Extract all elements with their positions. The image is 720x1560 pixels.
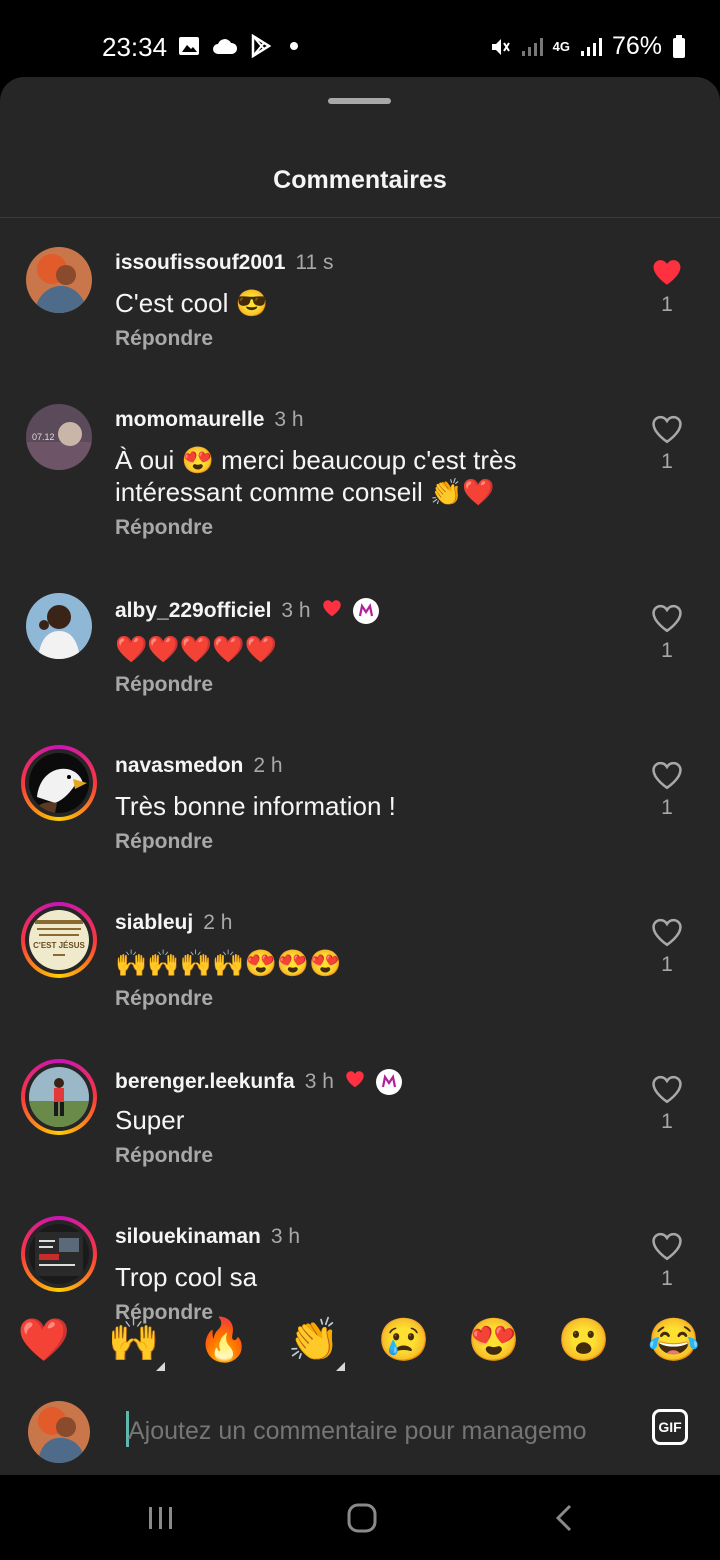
comment-time: 3 h (270, 1225, 301, 1248)
comment-text: 🙌🙌🙌🙌😍😍😍 (115, 948, 342, 978)
comment-meta: issoufissouf2001 11 s (115, 251, 334, 275)
commenter-avatar[interactable] (26, 247, 92, 313)
comments-sheet: Commentaires issoufissouf2001 11 s C'est c… (0, 77, 720, 1475)
like-count: 1 (661, 953, 673, 976)
comment-text: C'est cool 😎 (115, 288, 268, 318)
like-count: 1 (661, 639, 673, 662)
comment-meta: berenger.leekunfa 3 h (115, 1068, 402, 1096)
like-count: 1 (661, 293, 673, 316)
like-count: 1 (661, 796, 673, 819)
system-navigation-bar (0, 1475, 720, 1560)
comment-time: 3 h (304, 1070, 334, 1093)
comment-time: 3 h (274, 408, 304, 431)
commenter-avatar[interactable]: 07.12 (26, 404, 92, 470)
raising-hands-emoji-button[interactable]: 🙌 (104, 1310, 164, 1370)
gif-button[interactable]: GIF (652, 1409, 688, 1445)
like-heart-icon[interactable] (650, 601, 684, 635)
battery-percent: 76% (611, 32, 662, 60)
heart-emoji-button[interactable]: ❤️ (14, 1310, 74, 1370)
sheet-drag-handle[interactable] (328, 98, 391, 104)
comment-meta: siableuj 2 h (115, 911, 232, 935)
divider (0, 217, 720, 218)
variants-indicator-icon (156, 1362, 165, 1371)
like-count: 1 (661, 1267, 673, 1290)
comment-username[interactable]: siableuj (115, 911, 193, 935)
surprised-emoji-button[interactable]: 😮 (554, 1310, 614, 1370)
comment-text: À oui 😍 merci beaucoup c'est très intére… (115, 445, 517, 507)
comment-username[interactable]: berenger.leekunfa (115, 1070, 295, 1094)
signal-icon (521, 37, 543, 56)
creator-avatar-badge-icon (375, 1069, 402, 1095)
like-heart-icon[interactable] (650, 915, 684, 949)
svg-text:C'EST JÉSUS: C'EST JÉSUS (33, 941, 85, 950)
recent-apps-icon[interactable] (146, 1503, 176, 1533)
comment-time: 2 h (203, 911, 233, 934)
heart-eyes-emoji-button[interactable]: 😍 (464, 1310, 524, 1370)
reply-button[interactable]: Répondre (115, 673, 213, 697)
like-heart-icon[interactable] (650, 1229, 684, 1263)
commenter-avatar[interactable] (21, 1216, 97, 1292)
network-4g-label: 4G (552, 39, 570, 54)
comment-meta: navasmedon 2 h (115, 754, 283, 778)
comment-username[interactable]: issoufissouf2001 (115, 251, 285, 275)
battery-icon (673, 34, 685, 58)
reply-button[interactable]: Répondre (115, 516, 213, 540)
comment-meta: alby_229officiel 3 h (115, 597, 379, 625)
variants-indicator-icon (336, 1362, 345, 1371)
current-user-avatar (28, 1401, 90, 1463)
mute-icon (491, 38, 510, 55)
svg-text:07.12: 07.12 (32, 432, 55, 442)
status-time: 23:34 (102, 32, 168, 62)
commenter-avatar[interactable] (21, 745, 97, 821)
emoji-quick-bar: ❤️ 🙌 🔥 👏 😢 😍 😮 😂 (0, 1310, 720, 1374)
image-icon (179, 37, 199, 55)
like-heart-icon[interactable] (650, 758, 684, 792)
comment-username[interactable]: momomaurelle (115, 408, 264, 432)
comment-text: Très bonne information ! (115, 791, 396, 821)
comment-meta: momomaurelle 3 h (115, 408, 304, 432)
dot-icon (290, 42, 298, 50)
commenter-avatar[interactable] (26, 593, 92, 659)
cloud-icon (213, 39, 238, 54)
comment-input[interactable] (128, 1411, 628, 1451)
comment-time: 11 s (295, 251, 334, 274)
commenter-avatar[interactable] (21, 1059, 97, 1135)
crying-emoji-button[interactable]: 😢 (374, 1310, 434, 1370)
like-heart-icon[interactable] (650, 1072, 684, 1106)
creator-avatar-badge-icon (352, 598, 379, 624)
comment-text: ❤️❤️❤️❤️❤️ (115, 634, 277, 664)
like-count: 1 (661, 450, 673, 473)
like-heart-icon[interactable] (650, 412, 684, 446)
comment-input-bar: GIF (0, 1395, 720, 1475)
comment-text: Trop cool sa (115, 1262, 258, 1292)
like-count: 1 (661, 1110, 673, 1133)
comment-username[interactable]: navasmedon (115, 754, 243, 778)
comment-time: 3 h (281, 599, 311, 622)
reply-button[interactable]: Répondre (115, 1144, 213, 1168)
signal-icon-2 (580, 37, 602, 56)
comment-time: 2 h (253, 754, 283, 777)
creator-liked-heart-icon (321, 597, 343, 625)
comment-meta: silouekinaman 3 h (115, 1225, 300, 1249)
play-store-icon (251, 34, 272, 58)
commenter-avatar[interactable]: C'EST JÉSUS (21, 902, 97, 978)
home-icon[interactable] (346, 1502, 378, 1534)
laughing-emoji-button[interactable]: 😂 (644, 1310, 704, 1370)
sheet-title: Commentaires (273, 166, 447, 194)
comment-username[interactable]: alby_229officiel (115, 599, 271, 623)
liked-heart-icon[interactable] (650, 255, 684, 289)
fire-emoji-button[interactable]: 🔥 (194, 1310, 254, 1370)
comment-text: Super (115, 1105, 185, 1135)
creator-liked-heart-icon (344, 1068, 366, 1096)
clapping-emoji-button[interactable]: 👏 (284, 1310, 344, 1370)
reply-button[interactable]: Répondre (115, 327, 213, 351)
back-icon[interactable] (552, 1503, 576, 1533)
reply-button[interactable]: Répondre (115, 830, 213, 854)
reply-button[interactable]: Répondre (115, 987, 213, 1011)
comment-username[interactable]: silouekinaman (115, 1225, 261, 1249)
